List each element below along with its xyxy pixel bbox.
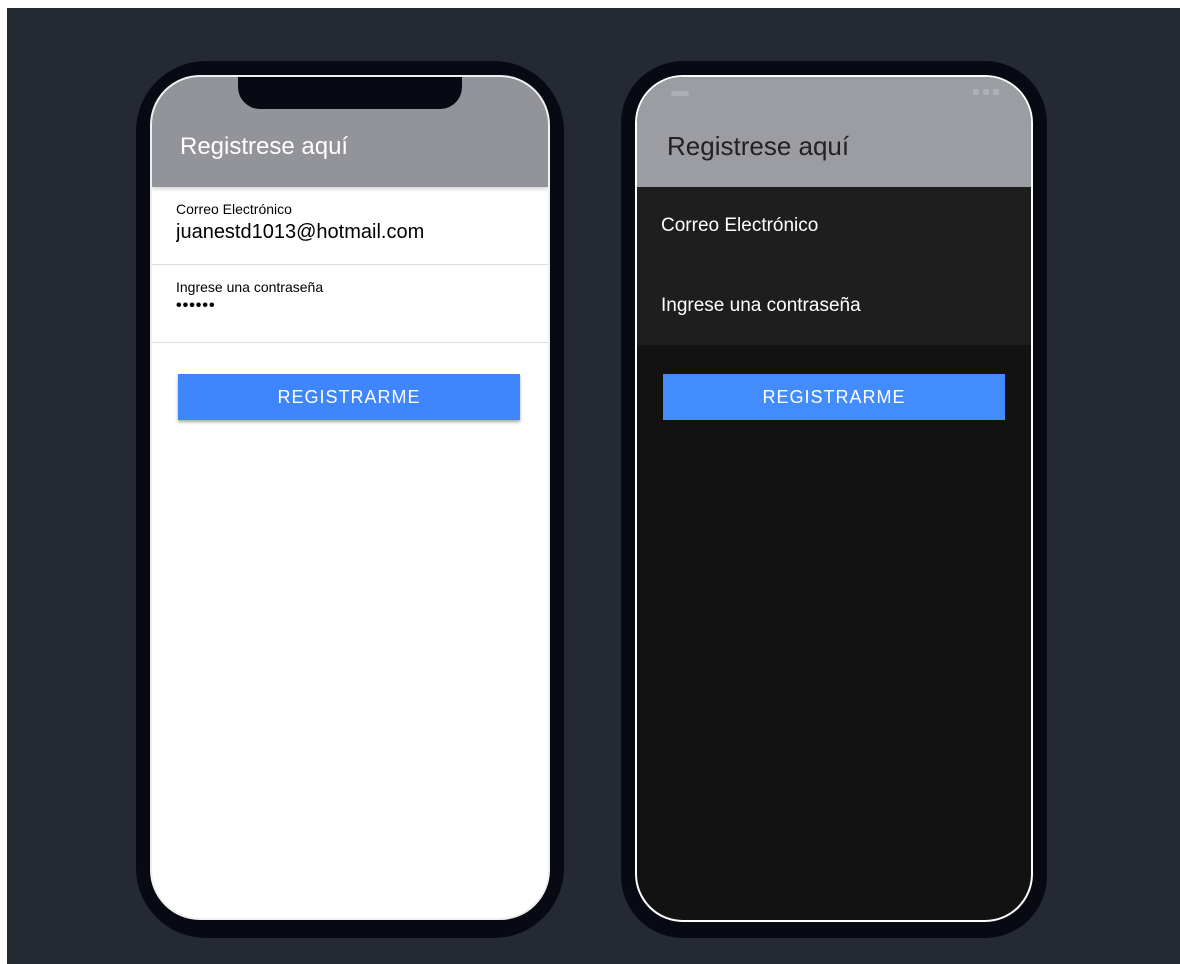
iphone-device-frame: Registrese aquí Correo Electrónico Ingre… [136,61,564,938]
iphone-screen: Registrese aquí Correo Electrónico Ingre… [150,75,550,920]
battery-icon [993,89,999,95]
password-label: Ingrese una contraseña [176,279,324,295]
email-field[interactable] [176,221,516,244]
password-field[interactable]: •••••• [176,297,516,315]
device-notch [238,77,462,109]
register-button[interactable]: REGISTRARME [178,374,520,420]
email-field[interactable]: Correo Electrónico [661,215,818,237]
status-icons [973,89,999,95]
page-title: Registrese aquí [180,133,349,160]
password-item[interactable]: Ingrese una contraseña •••••• [152,265,548,343]
email-label: Correo Electrónico [176,201,292,217]
wifi-icon [983,89,989,95]
header-toolbar: Registrese aquí [637,77,1031,187]
email-item[interactable]: Correo Electrónico [152,187,548,265]
signal-icon [973,89,979,95]
register-button[interactable]: REGISTRARME [663,374,1005,420]
android-screen: Registrese aquí Correo Electrónico Ingre… [635,75,1033,922]
android-device-frame: Registrese aquí Correo Electrónico Ingre… [621,61,1047,938]
password-field[interactable]: Ingrese una contraseña [661,295,861,317]
status-time-icon [671,91,689,96]
preview-canvas: Registrese aquí Correo Electrónico Ingre… [7,8,1180,964]
status-bar [637,89,1031,101]
registration-form: Correo Electrónico Ingrese una contraseñ… [637,187,1031,345]
page-title: Registrese aquí [667,131,850,161]
